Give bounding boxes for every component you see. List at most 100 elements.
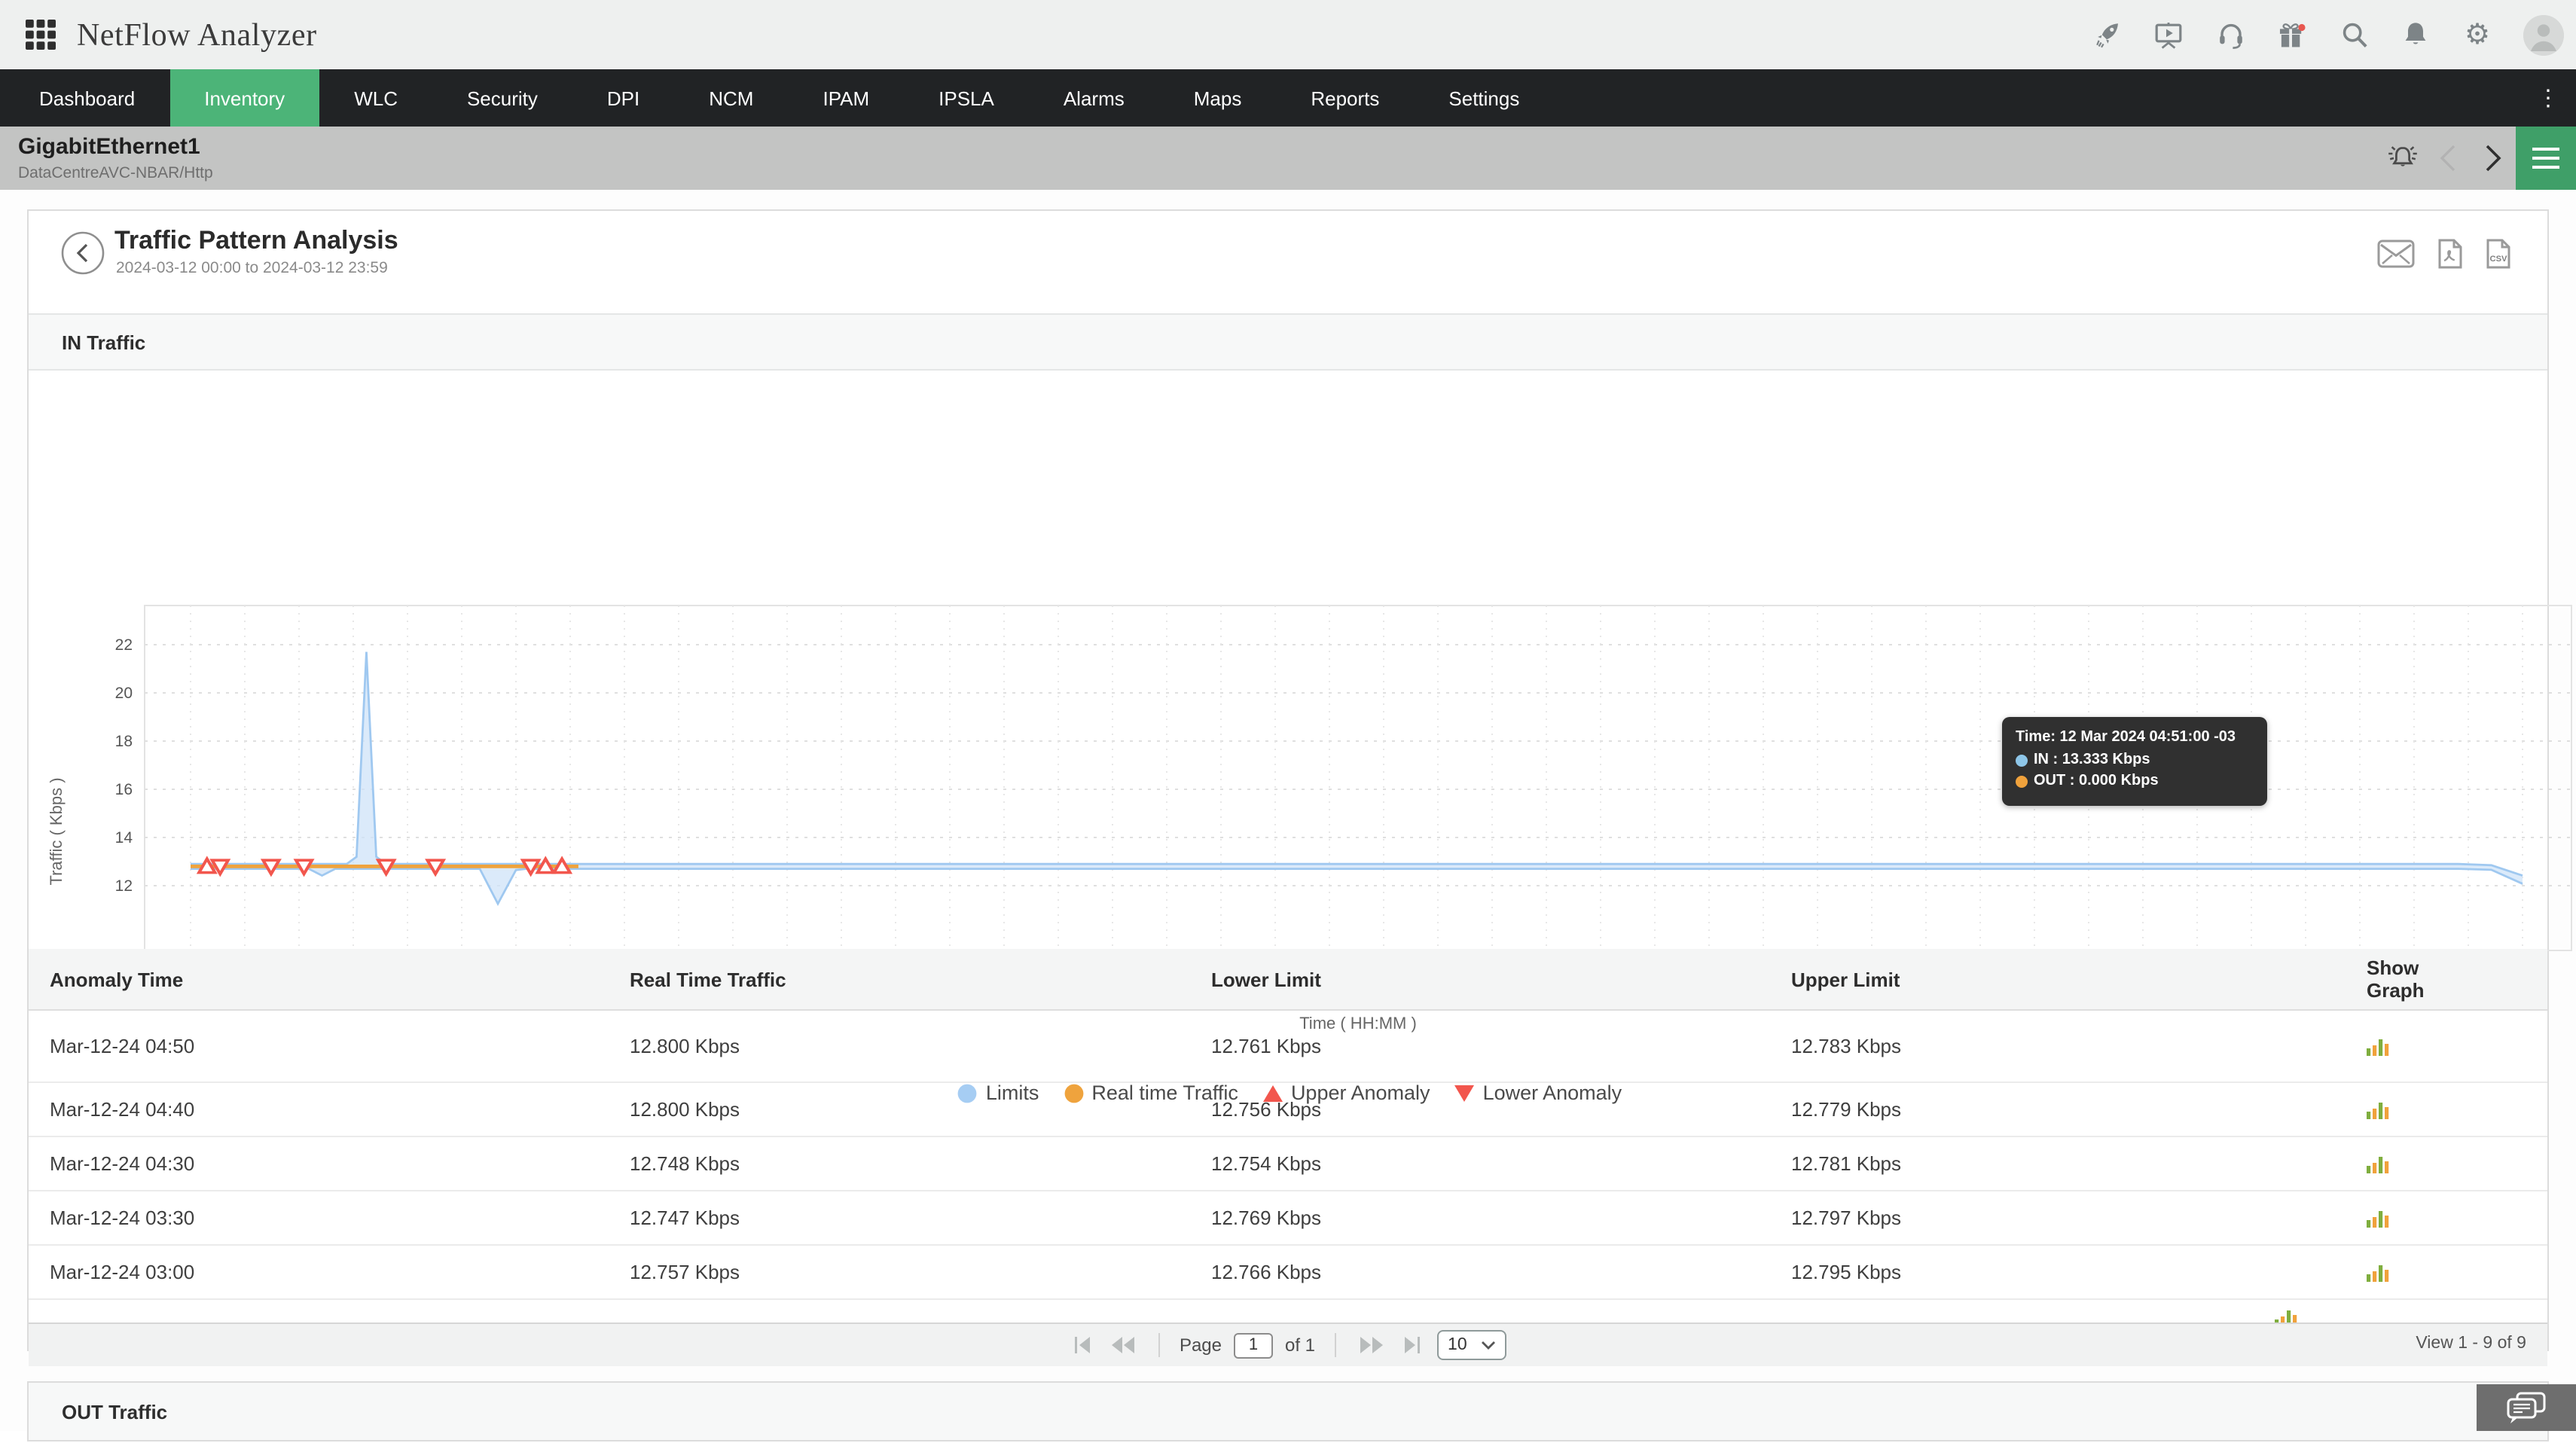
table-row: Mar-12-24 04:5012.800 Kbps12.761 Kbps12.… xyxy=(29,1011,2547,1083)
table-cell: 12.747 Kbps xyxy=(630,1207,1211,1229)
tooltip-out-value: OUT : 0.000 Kbps xyxy=(2016,771,2254,793)
table-cell: 12.761 Kbps xyxy=(1211,1035,1791,1057)
show-graph-button[interactable] xyxy=(2367,1036,2389,1056)
nav-item-alarms[interactable]: Alarms xyxy=(1029,69,1159,127)
main-nav: DashboardInventoryWLCSecurityDPINCMIPAMI… xyxy=(0,69,2576,127)
feedback-button[interactable] xyxy=(2477,1384,2576,1431)
search-icon[interactable] xyxy=(2338,19,2370,50)
chevron-right-icon[interactable] xyxy=(2471,127,2516,190)
hamburger-menu-icon[interactable] xyxy=(2516,127,2576,190)
tooltip-in-value: IN : 13.333 Kbps xyxy=(2016,749,2254,771)
chevron-left-icon[interactable] xyxy=(2425,127,2471,190)
topbar-actions: ⚙ xyxy=(2091,0,2564,69)
first-page-button[interactable] xyxy=(1070,1336,1095,1354)
netflow-analyzer-window: NetFlow Analyzer ⚙ xyxy=(0,0,2576,1431)
column-header-show-graph[interactable]: Show Graph xyxy=(2367,956,2481,1002)
table-cell: 12.781 Kbps xyxy=(1791,1152,2367,1175)
svg-text:14: 14 xyxy=(115,829,133,847)
svg-text:20: 20 xyxy=(115,685,133,702)
nav-item-reports[interactable]: Reports xyxy=(1276,69,1414,127)
out-traffic-label: OUT Traffic xyxy=(62,1401,167,1423)
column-header-anomaly-time[interactable]: Anomaly Time xyxy=(50,968,630,990)
nav-item-dpi[interactable]: DPI xyxy=(572,69,674,127)
pdf-export-icon[interactable] xyxy=(2437,238,2463,270)
kebab-menu-icon[interactable]: ⋮ xyxy=(2529,69,2567,127)
table-row: Mar-12-24 03:0012.757 Kbps12.766 Kbps12.… xyxy=(29,1246,2547,1300)
chat-feedback-icon xyxy=(2505,1390,2547,1426)
column-header-upper-limit[interactable]: Upper Limit xyxy=(1791,968,2367,990)
chevron-down-icon xyxy=(1481,1341,1496,1350)
show-graph-button[interactable] xyxy=(2367,1100,2389,1119)
page-number-input[interactable] xyxy=(1234,1332,1273,1358)
report-export-actions: CSV xyxy=(2377,238,2511,270)
table-row-partial xyxy=(29,1300,2547,1322)
table-cell: 12.800 Kbps xyxy=(630,1035,1211,1057)
nav-item-ipam[interactable]: IPAM xyxy=(788,69,904,127)
nav-item-settings[interactable]: Settings xyxy=(1414,69,1554,127)
nav-item-ipsla[interactable]: IPSLA xyxy=(904,69,1029,127)
csv-export-icon[interactable]: CSV xyxy=(2486,238,2511,270)
user-avatar[interactable] xyxy=(2523,14,2564,55)
svg-text:Traffic ( Kbps ): Traffic ( Kbps ) xyxy=(47,777,66,885)
divider xyxy=(1335,1333,1336,1357)
presentation-play-icon[interactable] xyxy=(2153,19,2184,50)
svg-text:18: 18 xyxy=(115,733,133,750)
table-row: Mar-12-24 04:4012.800 Kbps12.756 Kbps12.… xyxy=(29,1083,2547,1137)
table-cell: 12.783 Kbps xyxy=(1791,1035,2367,1057)
out-traffic-section-header: OUT Traffic xyxy=(27,1381,2549,1441)
page-size-value: 10 xyxy=(1448,1336,1467,1354)
nav-item-ncm[interactable]: NCM xyxy=(674,69,788,127)
column-header-real-time-traffic[interactable]: Real Time Traffic xyxy=(630,968,1211,990)
last-page-button[interactable] xyxy=(1399,1336,1425,1354)
table-cell: 12.757 Kbps xyxy=(630,1261,1211,1283)
svg-text:12: 12 xyxy=(115,877,133,895)
traffic-pattern-card: Traffic Pattern Analysis 2024-03-12 00:0… xyxy=(27,209,2549,1351)
table-cell: Mar-12-24 04:40 xyxy=(50,1098,630,1121)
divider xyxy=(1158,1333,1160,1357)
show-graph-button[interactable] xyxy=(2367,1154,2389,1173)
page-of-label: of 1 xyxy=(1285,1335,1315,1356)
nav-item-wlc[interactable]: WLC xyxy=(319,69,432,127)
table-cell: 12.779 Kbps xyxy=(1791,1098,2367,1121)
nav-item-maps[interactable]: Maps xyxy=(1159,69,1277,127)
anomaly-table: Anomaly TimeReal Time TrafficLower Limit… xyxy=(29,949,2547,1366)
rocket-icon[interactable] xyxy=(2091,19,2123,50)
gift-icon[interactable] xyxy=(2276,19,2308,50)
headset-icon[interactable] xyxy=(2214,19,2246,50)
in-traffic-label: IN Traffic xyxy=(62,331,145,353)
table-cell: Mar-12-24 03:30 xyxy=(50,1207,630,1229)
nav-items: DashboardInventoryWLCSecurityDPINCMIPAMI… xyxy=(5,69,1554,127)
back-button[interactable] xyxy=(60,230,105,276)
in-traffic-section-header: IN Traffic xyxy=(29,313,2547,371)
interface-name: GigabitEthernet1 xyxy=(18,134,200,160)
app-title: NetFlow Analyzer xyxy=(77,16,317,53)
subheader-actions xyxy=(2380,127,2576,190)
table-cell: 12.766 Kbps xyxy=(1211,1261,1791,1283)
show-graph-button[interactable] xyxy=(2367,1208,2389,1228)
show-graph-button[interactable] xyxy=(2367,1262,2389,1282)
nav-item-security[interactable]: Security xyxy=(432,69,572,127)
tooltip-time: Time: 12 Mar 2024 04:51:00 -03 xyxy=(2016,728,2254,749)
alarm-bell-icon[interactable] xyxy=(2380,127,2425,190)
column-header-lower-limit[interactable]: Lower Limit xyxy=(1211,968,1791,990)
table-cell: Mar-12-24 03:00 xyxy=(50,1261,630,1283)
previous-page-button[interactable] xyxy=(1107,1336,1139,1354)
table-cell: 12.756 Kbps xyxy=(1211,1098,1791,1121)
email-icon[interactable] xyxy=(2377,239,2415,268)
gear-icon[interactable]: ⚙ xyxy=(2462,19,2493,50)
next-page-button[interactable] xyxy=(1356,1336,1387,1354)
table-cell: 12.769 Kbps xyxy=(1211,1207,1791,1229)
table-body: Mar-12-24 04:5012.800 Kbps12.761 Kbps12.… xyxy=(29,1011,2547,1300)
table-cell: 12.748 Kbps xyxy=(630,1152,1211,1175)
table-cell: 12.754 Kbps xyxy=(1211,1152,1791,1175)
top-bar: NetFlow Analyzer ⚙ xyxy=(0,0,2576,69)
apps-grid-icon[interactable] xyxy=(24,18,57,51)
bell-icon[interactable] xyxy=(2400,19,2431,50)
table-cell: 12.797 Kbps xyxy=(1791,1207,2367,1229)
show-graph-button[interactable] xyxy=(2275,1307,2297,1322)
svg-text:CSV: CSV xyxy=(2489,255,2507,264)
nav-item-inventory[interactable]: Inventory xyxy=(169,69,319,127)
page-size-select[interactable]: 10 xyxy=(1437,1330,1506,1360)
nav-item-dashboard[interactable]: Dashboard xyxy=(5,69,169,127)
view-count-label: View 1 - 9 of 9 xyxy=(2416,1335,2526,1353)
